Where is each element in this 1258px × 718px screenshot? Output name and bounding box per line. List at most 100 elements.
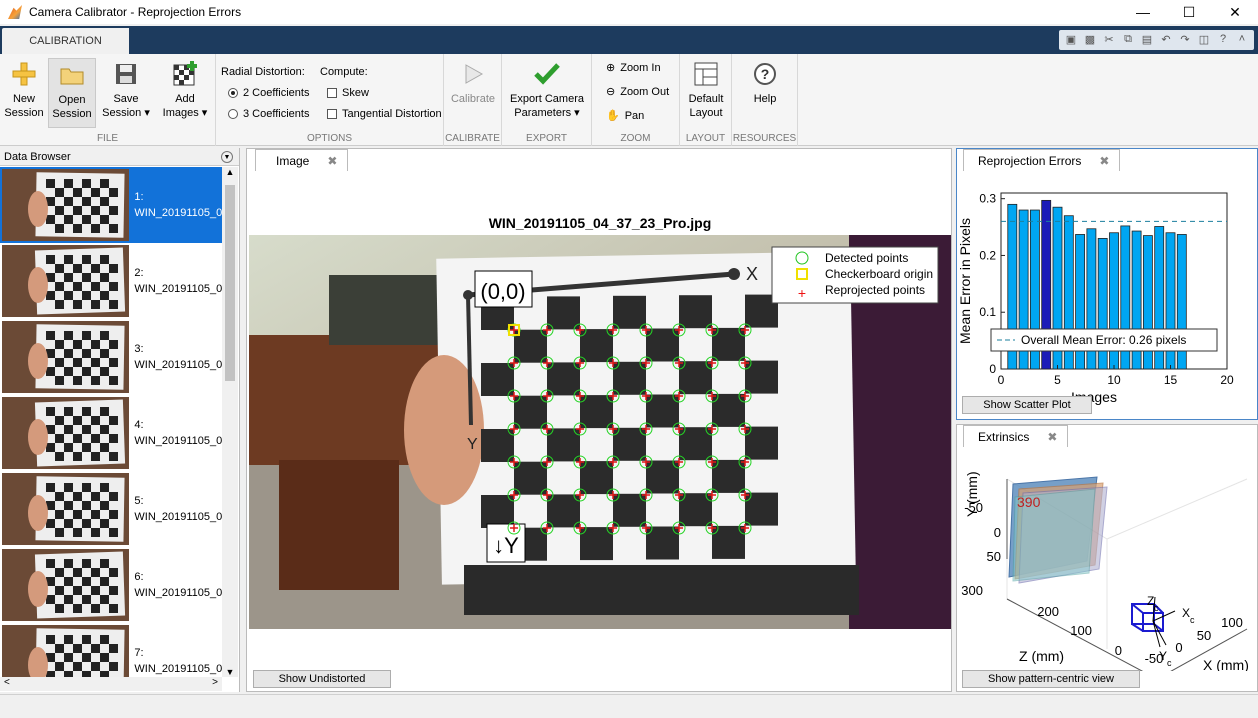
data-browser-item[interactable]: 6: WIN_20191105_0 [0,547,222,623]
zoom-out-button[interactable]: ⊖ Zoom Out [606,85,669,99]
close-tab-icon[interactable]: ✖ [1099,154,1109,168]
cut-icon[interactable]: ✂ [1101,31,1117,47]
help-button[interactable]: ? Help [741,58,789,128]
minimize-button[interactable]: — [1120,0,1166,24]
thumbnail-image [2,549,130,621]
zoom-in-button[interactable]: ⊕ Zoom In [606,61,661,75]
svg-text:+: + [798,285,806,301]
y-tick: -50 [964,500,983,515]
export-camera-parameters-button[interactable]: Export Camera Parameters ▾ [506,58,588,128]
show-pattern-centric-view-button[interactable]: Show pattern-centric view [962,670,1140,688]
thumbnail-list: 1: WIN_20191105_0 2: WIN_20191105_0 3: WIN_20… [0,167,222,677]
close-tab-icon[interactable]: ✖ [327,154,337,168]
legend-reprojected-points: Reprojected points [825,283,925,297]
save-session-button[interactable]: Save Session ▾ [100,58,152,128]
reprojection-errors-panel: Reprojection Errors ✖ 0 5 10 15 20 0 0.1 0.2 0.3… [956,148,1258,420]
quick-access-toolbar: ▣ ▩ ✂ ⧉ ▤ ↶ ↷ ◫ ? ˄ [1059,30,1254,50]
data-browser-item[interactable]: 5: WIN_20191105_0 [0,471,222,547]
y-tick: 0 [994,525,1001,540]
close-tab-icon[interactable]: ✖ [1047,430,1057,444]
undo-icon[interactable]: ↶ [1158,31,1174,47]
radial-distortion-label: Radial Distortion: [221,66,305,78]
y-arrow-label: ↓Y [493,533,519,558]
thumbnail-image [2,245,130,317]
thumbnail-image [2,473,130,545]
help-icon[interactable]: ? [1215,31,1231,47]
x-tick-label: 10 [1107,373,1121,387]
thumbnail-image [2,169,130,241]
data-browser-item[interactable]: 2: WIN_20191105_0 [0,243,222,319]
tangential-distortion-checkbox[interactable]: Tangential Distortion [327,108,442,120]
item-filename: WIN_20191105_0 [134,207,222,219]
zoom-group: ⊕ Zoom In ⊖ Zoom Out ✋ Pan ZOOM [592,54,680,146]
radio-2-coefficients[interactable]: 2 Coefficients [228,87,309,99]
radio-3-coefficients[interactable]: 3 Coefficients [228,108,309,120]
y-axis-label: Y [467,436,478,453]
options-group-label: OPTIONS [306,133,352,144]
hand-icon: ✋ [606,110,620,122]
scroll-left-icon[interactable]: < [4,677,10,688]
save-icon[interactable]: ▩ [1082,31,1098,47]
open-session-button[interactable]: Open Session [48,58,96,128]
image-panel: Image ✖ WIN_20191105_04_37_23_Pro.jpg (0… [246,148,952,692]
add-images-button[interactable]: Add Images ▾ [158,58,212,128]
show-scatter-plot-button[interactable]: Show Scatter Plot [962,396,1092,414]
toolstrip: New Session Open Session Save Session ▾ Add… [0,54,1258,146]
vertical-scrollbar[interactable]: ▲ ▼ [222,167,238,677]
show-undistorted-button[interactable]: Show Undistorted [253,670,391,688]
z-tick: 300 [961,583,983,598]
maximize-button[interactable]: ☐ [1166,0,1212,24]
copy-icon[interactable]: ⧉ [1120,31,1136,47]
skew-checkbox[interactable]: Skew [327,87,369,99]
item-number: 2: [134,267,144,279]
tab-reprojection-errors[interactable]: Reprojection Errors ✖ [963,149,1121,171]
scroll-up-icon[interactable]: ▲ [222,167,238,177]
data-browser-item[interactable]: 7: WIN_20191105_0 [0,623,222,677]
origin-label: (0,0) [480,279,525,304]
matlab-icon [8,5,22,19]
scroll-right-icon[interactable]: > [212,677,218,688]
data-browser-header: Data Browser ▼ [0,148,239,166]
y-tick: 50 [987,549,1001,564]
new-session-button[interactable]: New Session [0,58,48,128]
default-layout-button[interactable]: Default Layout [682,58,730,128]
horizontal-scrollbar[interactable]: < > [0,677,222,691]
tab-calibration[interactable]: CALIBRATION [2,28,129,54]
title-bar: Camera Calibrator - Reprojection Errors … [0,0,1258,24]
x-tick: 0 [1175,640,1182,655]
item-filename: WIN_20191105_0 [134,663,222,675]
zoom-group-label: ZOOM [620,133,651,144]
layout-icon[interactable]: ◫ [1196,31,1212,47]
extrinsics-x-label: X (mm) [1203,657,1249,671]
camera-x-label: X [1182,606,1190,620]
layout-group: Default Layout LAYOUT [680,54,732,146]
tab-image[interactable]: Image ✖ [255,149,349,171]
z-tick: 100 [1070,623,1092,638]
floppy-icon [112,60,140,88]
x-tick-label: 0 [998,373,1005,387]
y-tick-label: 0.3 [979,192,996,206]
paste-icon[interactable]: ▤ [1139,31,1155,47]
calibrate-group-label: CALIBRATE [445,133,500,144]
file-group: New Session Open Session Save Session ▾ Add… [0,54,216,146]
data-browser-item[interactable]: 1: WIN_20191105_0 [0,167,222,243]
data-browser-item[interactable]: 4: WIN_20191105_0 [0,395,222,471]
redo-icon[interactable]: ↷ [1177,31,1193,47]
pan-button[interactable]: ✋ Pan [606,109,644,123]
compute-label: Compute: [320,66,368,78]
image-title: WIN_20191105_04_37_23_Pro.jpg [488,215,712,231]
scroll-down-icon[interactable]: ▼ [222,667,238,677]
calibrate-button[interactable]: Calibrate [449,58,497,128]
export-group: Export Camera Parameters ▾ EXPORT [502,54,592,146]
tab-extrinsics[interactable]: Extrinsics ✖ [963,425,1069,447]
calibrate-group: Calibrate CALIBRATE [444,54,502,146]
item-number: 3: [134,343,144,355]
panel-menu-icon[interactable]: ▼ [221,151,233,163]
dock-icon[interactable]: ▣ [1063,31,1079,47]
expand-icon[interactable]: ˄ [1234,31,1250,47]
scroll-thumb[interactable] [225,185,235,381]
data-browser-item[interactable]: 3: WIN_20191105_0 [0,319,222,395]
extrinsics-plot: 390 X c Z c Y c Y (mm) -50 0 50 300 200 … [961,471,1249,671]
close-button[interactable]: ✕ [1212,0,1258,24]
resources-group-label: RESOURCES [732,133,797,144]
